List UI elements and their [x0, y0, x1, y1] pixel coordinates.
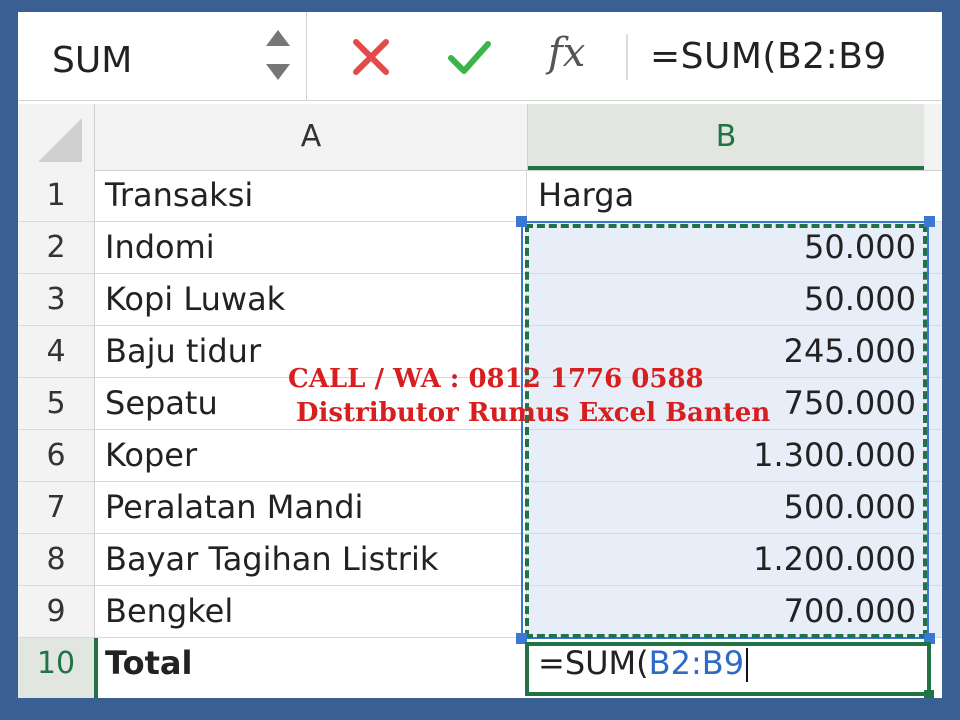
cell-a8[interactable]: Bayar Tagihan Listrik — [95, 534, 527, 585]
name-box[interactable]: SUM — [18, 12, 307, 100]
watermark-line-2: Distributor Rumus Excel Banten — [296, 398, 771, 428]
cell-a1[interactable]: Transaksi — [95, 170, 527, 221]
row-header[interactable]: 7 — [18, 482, 95, 533]
formula-text: =SUM( — [538, 644, 649, 682]
row-header[interactable]: 1 — [18, 170, 95, 221]
cell-a3[interactable]: Kopi Luwak — [95, 274, 527, 325]
cell-b8[interactable]: 1.200.000 — [528, 534, 942, 585]
table-row: 7 Peralatan Mandi 500.000 — [18, 482, 942, 534]
table-row: 8 Bayar Tagihan Listrik 1.200.000 — [18, 534, 942, 586]
cell-a7[interactable]: Peralatan Mandi — [95, 482, 527, 533]
cell-b9[interactable]: 700.000 — [528, 586, 942, 637]
row-header[interactable]: 8 — [18, 534, 95, 585]
table-row: 9 Bengkel 700.000 — [18, 586, 942, 638]
cell-b2[interactable]: 50.000 — [528, 222, 942, 273]
formula-input[interactable]: =SUM(B2:B9 — [650, 36, 887, 77]
fill-handle[interactable] — [924, 690, 934, 698]
cell-b1[interactable]: Harga — [528, 170, 942, 221]
table-row: 6 Koper 1.300.000 — [18, 430, 942, 482]
cell-b10-editing[interactable]: =SUM(B2:B9 — [528, 638, 942, 689]
fx-icon[interactable]: fx — [548, 30, 608, 76]
select-all-corner[interactable] — [18, 104, 95, 170]
cell-b3[interactable]: 50.000 — [528, 274, 942, 325]
column-header-row: A B — [18, 104, 942, 171]
divider — [626, 34, 628, 80]
row-header[interactable]: 2 — [18, 222, 95, 273]
row-header[interactable]: 9 — [18, 586, 95, 637]
table-row: 2 Indomi 50.000 — [18, 222, 942, 274]
check-icon[interactable] — [446, 34, 492, 80]
chevron-down-icon[interactable] — [266, 64, 290, 80]
formula-bar: SUM fx =SUM(B2:B9 — [18, 12, 942, 101]
row-header[interactable]: 6 — [18, 430, 95, 481]
cell-a9[interactable]: Bengkel — [95, 586, 527, 637]
chevron-up-icon[interactable] — [266, 30, 290, 46]
range-handle-top-right[interactable] — [924, 216, 935, 227]
row-header[interactable]: 5 — [18, 378, 95, 429]
name-box-stepper[interactable] — [264, 26, 292, 86]
name-box-value: SUM — [52, 40, 133, 81]
row-header[interactable]: 10 — [18, 638, 98, 698]
column-header-b[interactable]: B — [528, 104, 924, 170]
cell-b6[interactable]: 1.300.000 — [528, 430, 942, 481]
watermark-line-1: CALL / WA : 0812 1776 0588 — [288, 364, 704, 394]
total-row: 10 Total =SUM(B2:B9 — [18, 638, 942, 698]
cancel-icon[interactable] — [348, 34, 394, 80]
table-row: 3 Kopi Luwak 50.000 — [18, 274, 942, 326]
formula-range-reference: B2:B9 — [648, 644, 745, 682]
cell-a2[interactable]: Indomi — [95, 222, 527, 273]
range-handle-bottom-left[interactable] — [516, 633, 527, 644]
row-header[interactable]: 3 — [18, 274, 95, 325]
cell-a10[interactable]: Total — [95, 638, 527, 689]
cell-b7[interactable]: 500.000 — [528, 482, 942, 533]
range-handle-bottom-right[interactable] — [924, 633, 935, 644]
row-header[interactable]: 4 — [18, 326, 95, 377]
range-handle-top-left[interactable] — [516, 216, 527, 227]
cell-a6[interactable]: Koper — [95, 430, 527, 481]
column-header-a[interactable]: A — [95, 104, 528, 170]
spreadsheet-window: SUM fx =SUM(B2:B9 A B 1 Transaksi Harga — [18, 12, 942, 698]
select-all-icon — [38, 118, 82, 162]
text-caret — [746, 648, 749, 682]
table-row: 1 Transaksi Harga — [18, 170, 942, 222]
watermark-text: CALL / WA : 0812 1776 0588 Distributor R… — [288, 362, 770, 430]
